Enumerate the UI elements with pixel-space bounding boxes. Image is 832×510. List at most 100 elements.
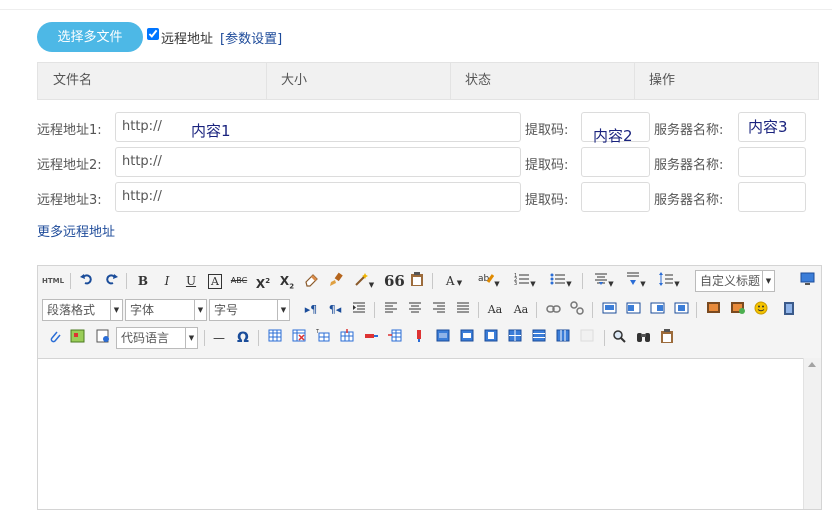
chart-button[interactable] bbox=[578, 329, 596, 347]
paste-icon bbox=[411, 272, 423, 286]
insert-image-button[interactable] bbox=[704, 301, 722, 319]
remote-url-input-3[interactable]: http:// bbox=[115, 182, 521, 212]
line-height-button[interactable]: ▼ bbox=[654, 272, 684, 290]
paste-plain-button[interactable] bbox=[408, 272, 426, 290]
image-none-button[interactable] bbox=[600, 301, 618, 319]
attachment-button[interactable] bbox=[46, 329, 64, 347]
font-family-select[interactable]: 字体 ▼ bbox=[125, 299, 207, 321]
print-preview-button[interactable] bbox=[610, 329, 628, 347]
image-right-button[interactable] bbox=[648, 301, 666, 319]
subscript-button[interactable]: X2 bbox=[278, 272, 296, 290]
delete-row-button[interactable] bbox=[362, 329, 380, 347]
server-name-label-3: 服务器名称: bbox=[654, 193, 724, 208]
search-replace-button[interactable] bbox=[634, 329, 652, 347]
insert-frame-button[interactable] bbox=[94, 329, 112, 347]
uppercase-button[interactable]: Aa bbox=[486, 301, 504, 319]
chevron-down-icon: ▼ bbox=[277, 300, 289, 320]
indent-button[interactable] bbox=[350, 301, 368, 319]
ordered-list-button[interactable]: 1 2 3 ▼ bbox=[510, 272, 540, 290]
font-border-button[interactable]: A bbox=[206, 272, 224, 290]
more-remote-address-link[interactable]: 更多远程地址 bbox=[37, 221, 115, 240]
auto-format-button[interactable]: ▼ bbox=[350, 272, 378, 290]
extract-code-input-3[interactable] bbox=[581, 182, 650, 212]
merge-down-button[interactable] bbox=[482, 329, 500, 347]
unordered-list-button[interactable]: ▼ bbox=[546, 272, 576, 290]
row-spacing-bottom-button[interactable]: ▼ bbox=[622, 272, 650, 290]
fullscreen-button[interactable] bbox=[798, 272, 816, 290]
bold-button[interactable]: B bbox=[134, 272, 152, 290]
insert-paragraph-before-table-button[interactable]: T bbox=[314, 329, 332, 347]
custom-heading-select[interactable]: 自定义标题 ▼ bbox=[695, 270, 775, 292]
rtl-button[interactable]: ¶◂ bbox=[326, 301, 344, 319]
ltr-button[interactable]: ▸¶ bbox=[302, 301, 320, 319]
redo-icon bbox=[106, 274, 118, 285]
multi-image-button[interactable] bbox=[728, 301, 746, 319]
param-settings-link[interactable]: [参数设置] bbox=[220, 28, 282, 47]
horizontal-rule-button[interactable]: — bbox=[210, 329, 228, 347]
paragraph-format-select[interactable]: 段落格式 ▼ bbox=[42, 299, 123, 321]
top-divider bbox=[0, 9, 832, 10]
split-cols-button[interactable] bbox=[554, 329, 572, 347]
align-center-icon bbox=[409, 302, 421, 313]
frame-icon bbox=[96, 329, 109, 343]
table-delete-icon bbox=[292, 329, 306, 342]
delete-col-icon bbox=[417, 330, 421, 342]
background-color-button[interactable]: ab ▼ bbox=[474, 272, 504, 290]
merge-cells-icon bbox=[436, 329, 450, 342]
underline-button[interactable]: U bbox=[182, 272, 200, 290]
font-size-select[interactable]: 字号 ▼ bbox=[209, 299, 290, 321]
remote-address-checkbox[interactable] bbox=[147, 28, 159, 40]
strikethrough-button[interactable]: ABC bbox=[228, 272, 250, 290]
merge-cells-button[interactable] bbox=[434, 329, 452, 347]
eraser-icon bbox=[304, 274, 318, 287]
server-name-input-3[interactable] bbox=[738, 182, 806, 212]
insert-row-button[interactable] bbox=[338, 329, 356, 347]
align-justify-icon bbox=[457, 302, 469, 313]
editor-toolbar: HTML B I U A ABC X2 X2 ▼ 66 A ▼ ab ▼ 1 2… bbox=[38, 266, 821, 359]
delete-col-button[interactable] bbox=[410, 329, 428, 347]
smiley-icon bbox=[754, 301, 768, 315]
split-cells-button[interactable] bbox=[506, 329, 524, 347]
align-center-button[interactable] bbox=[406, 301, 424, 319]
undo-button[interactable] bbox=[78, 272, 96, 290]
font-color-button[interactable]: A ▼ bbox=[440, 272, 468, 290]
svg-text:3: 3 bbox=[514, 281, 517, 286]
map-button[interactable] bbox=[68, 329, 86, 347]
image-center-button[interactable] bbox=[672, 301, 690, 319]
select-files-button[interactable]: 选择多文件 bbox=[37, 22, 143, 52]
insert-table-button[interactable] bbox=[266, 329, 284, 347]
superscript-button[interactable]: X2 bbox=[254, 272, 272, 291]
extract-code-label-2: 提取码: bbox=[525, 158, 569, 173]
merge-right-button[interactable] bbox=[458, 329, 476, 347]
align-left-button[interactable] bbox=[382, 301, 400, 319]
italic-button[interactable]: I bbox=[158, 272, 176, 290]
link-button[interactable] bbox=[544, 301, 562, 319]
drafts-button[interactable] bbox=[658, 329, 676, 347]
delete-table-button[interactable] bbox=[290, 329, 308, 347]
row-spacing-top-button[interactable]: ▼ bbox=[590, 272, 618, 290]
image-left-button[interactable] bbox=[624, 301, 642, 319]
align-right-button[interactable] bbox=[430, 301, 448, 319]
align-justify-button[interactable] bbox=[454, 301, 472, 319]
split-rows-button[interactable] bbox=[530, 329, 548, 347]
special-char-button[interactable]: Ω bbox=[234, 329, 252, 347]
code-language-select[interactable]: 代码语言 ▼ bbox=[116, 327, 198, 349]
insert-col-button[interactable] bbox=[386, 329, 404, 347]
emotion-button[interactable] bbox=[752, 301, 770, 319]
blockquote-button[interactable]: 66 bbox=[384, 272, 405, 290]
lowercase-button[interactable]: Aa bbox=[512, 301, 530, 319]
server-name-input-2[interactable] bbox=[738, 147, 806, 177]
header-size: 大小 bbox=[281, 73, 308, 88]
unlink-button[interactable] bbox=[568, 301, 586, 319]
extract-code-input-2[interactable] bbox=[581, 147, 650, 177]
format-painter-button[interactable] bbox=[326, 272, 344, 290]
remote-url-input-2[interactable]: http:// bbox=[115, 147, 521, 177]
split-cols-icon bbox=[556, 329, 570, 342]
eraser-button[interactable] bbox=[302, 272, 320, 290]
remote-url-input-1[interactable]: http:// bbox=[115, 112, 521, 142]
editor-scrollbar[interactable] bbox=[803, 358, 821, 509]
html-source-button[interactable]: HTML bbox=[42, 272, 64, 290]
scroll-up-icon[interactable] bbox=[808, 362, 816, 367]
redo-button[interactable] bbox=[102, 272, 120, 290]
insert-video-button[interactable] bbox=[780, 301, 798, 319]
